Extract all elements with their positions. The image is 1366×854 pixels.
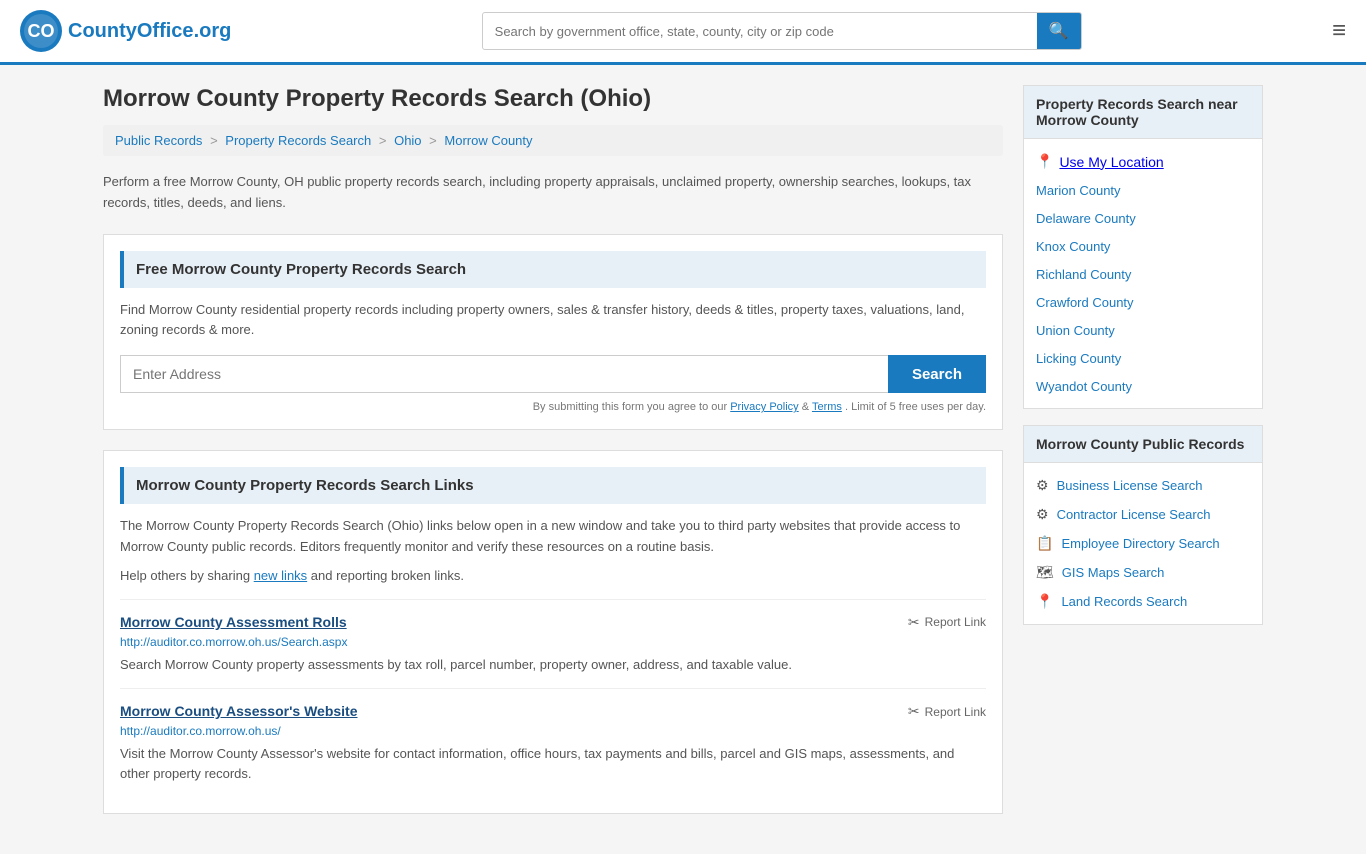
logo[interactable]: CO CountyOffice.org <box>20 10 231 52</box>
sidebar: Property Records Search near Morrow Coun… <box>1023 85 1263 834</box>
sidebar-county-item[interactable]: Richland County <box>1024 260 1262 288</box>
free-search-heading: Free Morrow County Property Records Sear… <box>120 251 986 288</box>
sidebar-county-item[interactable]: Licking County <box>1024 344 1262 372</box>
public-records-heading: Morrow County Public Records <box>1024 426 1262 463</box>
use-my-location-link[interactable]: Use My Location <box>1059 154 1163 170</box>
public-record-item[interactable]: 📍 Land Records Search <box>1024 587 1262 616</box>
gis-maps-link[interactable]: GIS Maps Search <box>1062 565 1165 580</box>
sidebar-county-item[interactable]: Marion County <box>1024 176 1262 204</box>
link-url[interactable]: http://auditor.co.morrow.oh.us/Search.as… <box>120 635 986 649</box>
links-section-heading: Morrow County Property Records Search Li… <box>120 467 986 504</box>
report-link-button[interactable]: ✂ Report Link <box>908 703 986 720</box>
header-search-button[interactable]: 🔍 <box>1037 13 1081 49</box>
header: CO CountyOffice.org 🔍 ≡ <box>0 0 1366 65</box>
location-pin-icon: 📍 <box>1036 153 1053 170</box>
free-search-description: Find Morrow County residential property … <box>120 300 986 342</box>
public-record-item[interactable]: 🗺 GIS Maps Search <box>1024 558 1262 587</box>
public-records-section: Morrow County Public Records ⚙ Business … <box>1023 425 1263 625</box>
land-records-icon: 📍 <box>1036 593 1053 610</box>
employee-directory-icon: 📋 <box>1036 535 1053 552</box>
address-input[interactable] <box>120 355 888 393</box>
sidebar-county-item[interactable]: Knox County <box>1024 232 1262 260</box>
breadcrumb-property-records-search[interactable]: Property Records Search <box>225 133 371 148</box>
free-search-section: Free Morrow County Property Records Sear… <box>103 234 1003 431</box>
report-link-button[interactable]: ✂ Report Link <box>908 614 986 631</box>
sidebar-county-item[interactable]: Delaware County <box>1024 204 1262 232</box>
terms-link[interactable]: Terms <box>812 401 842 413</box>
link-item-title[interactable]: Morrow County Assessment Rolls <box>120 614 347 630</box>
sidebar-county-item[interactable]: Wyandot County <box>1024 372 1262 400</box>
report-icon: ✂ <box>908 703 920 720</box>
public-record-item[interactable]: ⚙ Contractor License Search <box>1024 500 1262 529</box>
public-records-list: ⚙ Business License Search ⚙ Contractor L… <box>1024 463 1262 624</box>
link-item: Morrow County Assessor's Website ✂ Repor… <box>120 688 986 797</box>
public-record-item[interactable]: ⚙ Business License Search <box>1024 471 1262 500</box>
business-license-icon: ⚙ <box>1036 477 1049 494</box>
address-search-row: Search <box>120 355 986 393</box>
header-search-input[interactable] <box>483 16 1037 47</box>
links-description: The Morrow County Property Records Searc… <box>120 516 986 558</box>
nearby-counties-list: 📍 Use My Location Marion County Delaware… <box>1024 139 1262 408</box>
share-links-text: Help others by sharing new links and rep… <box>120 568 986 583</box>
page-description: Perform a free Morrow County, OH public … <box>103 172 1003 214</box>
link-item-header: Morrow County Assessor's Website ✂ Repor… <box>120 703 986 720</box>
link-url[interactable]: http://auditor.co.morrow.oh.us/ <box>120 724 986 738</box>
link-item: Morrow County Assessment Rolls ✂ Report … <box>120 599 986 689</box>
breadcrumb: Public Records > Property Records Search… <box>103 125 1003 156</box>
land-records-link[interactable]: Land Records Search <box>1061 594 1187 609</box>
privacy-policy-link[interactable]: Privacy Policy <box>730 401 798 413</box>
svg-text:CO: CO <box>28 21 55 41</box>
form-terms: By submitting this form you agree to our… <box>120 401 986 413</box>
use-my-location-item[interactable]: 📍 Use My Location <box>1024 147 1262 176</box>
employee-directory-link[interactable]: Employee Directory Search <box>1061 536 1219 551</box>
nearby-counties-section: Property Records Search near Morrow Coun… <box>1023 85 1263 409</box>
main-container: Morrow County Property Records Search (O… <box>83 65 1283 854</box>
header-search-bar[interactable]: 🔍 <box>482 12 1082 50</box>
contractor-license-icon: ⚙ <box>1036 506 1049 523</box>
breadcrumb-public-records[interactable]: Public Records <box>115 133 202 148</box>
links-section: Morrow County Property Records Search Li… <box>103 450 1003 814</box>
gis-maps-icon: 🗺 <box>1036 564 1054 581</box>
report-icon: ✂ <box>908 614 920 631</box>
link-item-title[interactable]: Morrow County Assessor's Website <box>120 703 358 719</box>
nearby-counties-heading: Property Records Search near Morrow Coun… <box>1024 86 1262 139</box>
new-links-link[interactable]: new links <box>254 568 307 583</box>
public-record-item[interactable]: 📋 Employee Directory Search <box>1024 529 1262 558</box>
business-license-link[interactable]: Business License Search <box>1057 478 1203 493</box>
link-item-header: Morrow County Assessment Rolls ✂ Report … <box>120 614 986 631</box>
page-title: Morrow County Property Records Search (O… <box>103 85 1003 113</box>
sidebar-county-item[interactable]: Union County <box>1024 316 1262 344</box>
breadcrumb-ohio[interactable]: Ohio <box>394 133 421 148</box>
contractor-license-link[interactable]: Contractor License Search <box>1057 507 1211 522</box>
content-area: Morrow County Property Records Search (O… <box>103 85 1003 834</box>
sidebar-county-item[interactable]: Crawford County <box>1024 288 1262 316</box>
logo-icon: CO <box>20 10 62 52</box>
logo-text: CountyOffice.org <box>68 20 231 43</box>
link-description: Search Morrow County property assessment… <box>120 655 986 675</box>
hamburger-menu-icon[interactable]: ≡ <box>1332 17 1346 45</box>
link-description: Visit the Morrow County Assessor's websi… <box>120 744 986 783</box>
address-search-button[interactable]: Search <box>888 355 986 393</box>
breadcrumb-morrow-county[interactable]: Morrow County <box>444 133 532 148</box>
